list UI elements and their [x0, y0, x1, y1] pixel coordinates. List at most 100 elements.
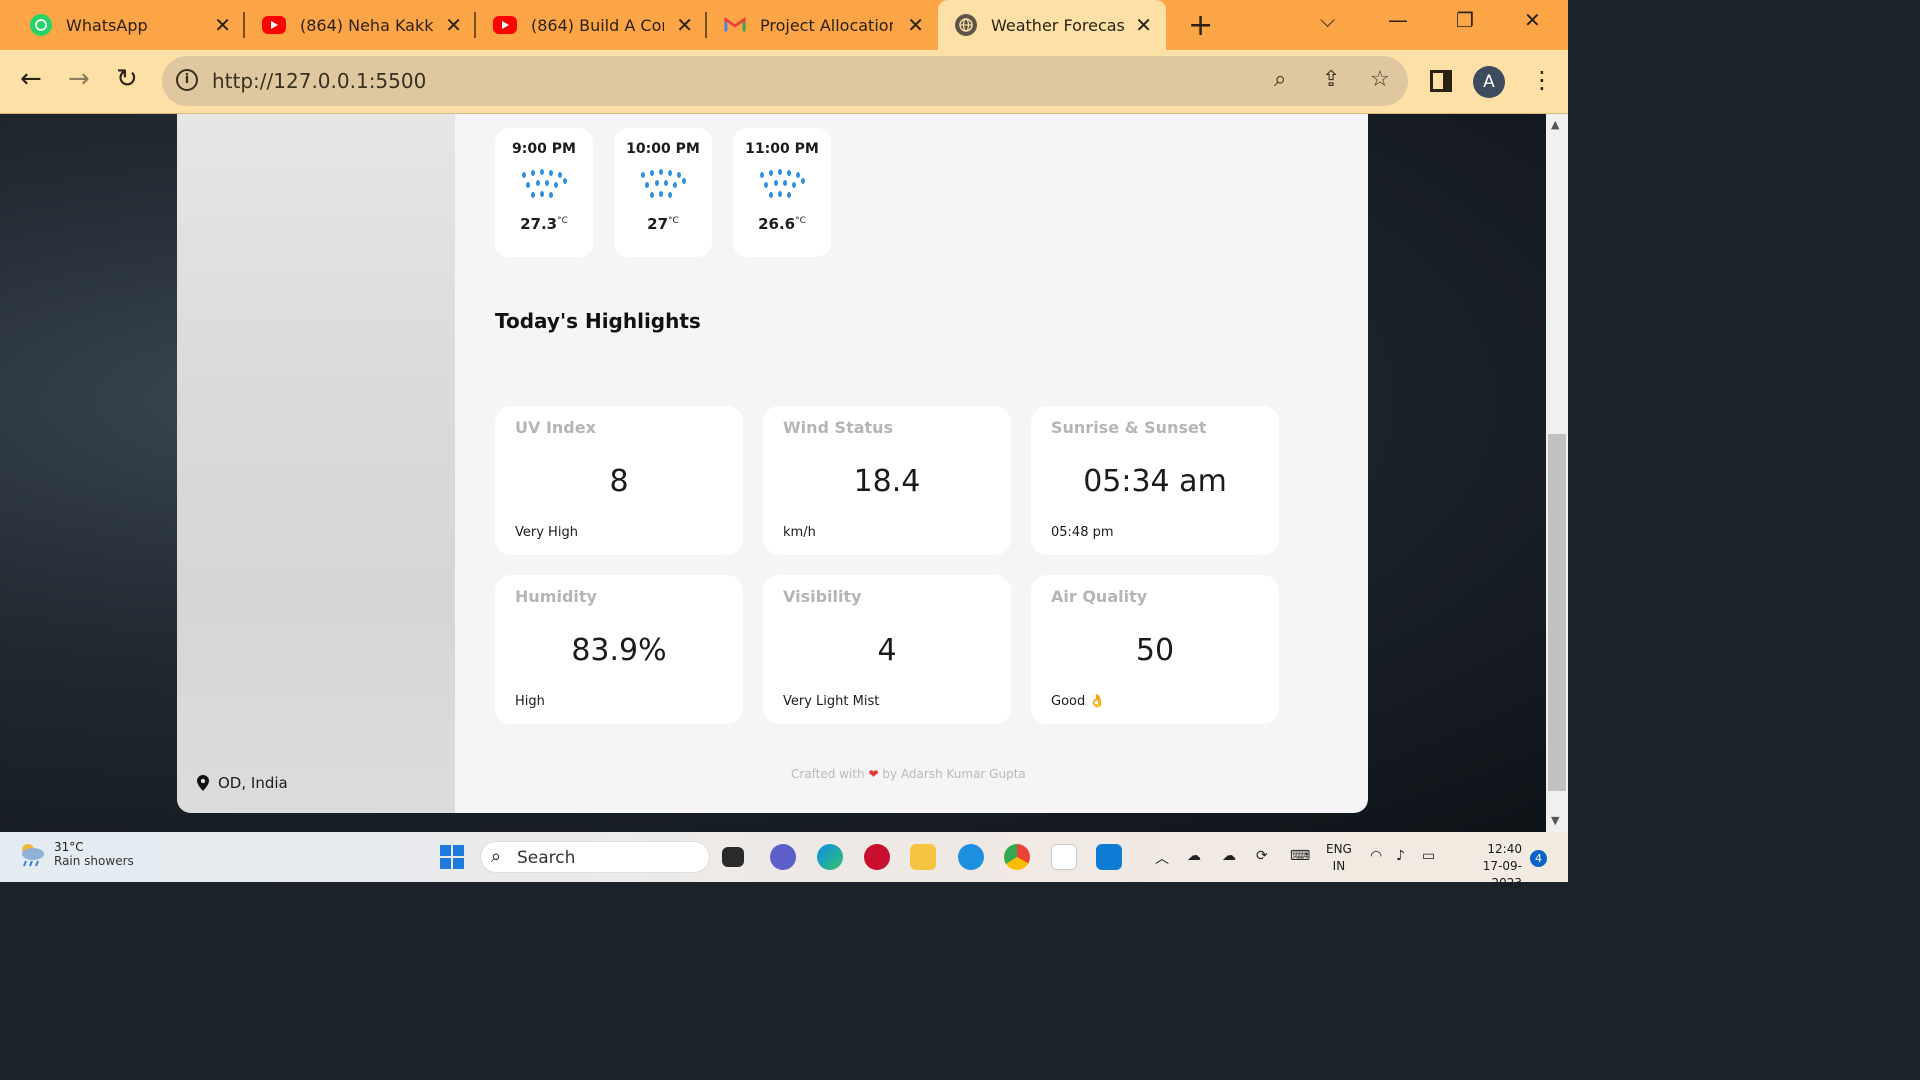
- sunrise-sunset-card: Sunrise & Sunset 05:34 am 05:48 pm: [1031, 406, 1279, 555]
- tab-title: Project Allocation: [760, 15, 893, 35]
- rain-icon: [641, 169, 686, 198]
- card-value: 4: [877, 633, 897, 668]
- tab-title: WhatsApp: [66, 15, 148, 35]
- volume-icon[interactable]: ♪: [1396, 848, 1405, 864]
- taskbar-weather-widget[interactable]: 31°C Rain showers: [18, 840, 134, 868]
- word-icon[interactable]: [1051, 844, 1077, 870]
- page-scrollbar[interactable]: ▲ ▼: [1546, 114, 1568, 832]
- hourly-time: 9:00 PM: [512, 141, 576, 157]
- globe-icon: [955, 14, 977, 36]
- youtube-icon: [262, 16, 286, 34]
- visibility-card: Visibility 4 Very Light Mist: [763, 575, 1011, 724]
- card-status: High: [515, 694, 545, 709]
- hourly-card[interactable]: 11:00 PM 26.6°C: [733, 128, 831, 257]
- weather-card: OD, India 9:00 PM 27.3°C 10:00 PM 27°C 1…: [177, 114, 1368, 813]
- close-tab-icon[interactable]: ✕: [214, 13, 231, 37]
- notification-badge[interactable]: 4: [1530, 850, 1547, 867]
- hourly-temp: 26.6°C: [758, 215, 806, 233]
- close-tab-icon[interactable]: ✕: [445, 13, 462, 37]
- tab-youtube-neha[interactable]: (864) Neha Kakkar ✕: [245, 0, 476, 50]
- menu-kebab-icon[interactable]: ⋮: [1530, 66, 1554, 94]
- back-arrow-icon[interactable]: ←: [20, 64, 42, 94]
- card-value: 18.4: [853, 464, 921, 499]
- keyboard-icon[interactable]: ⌨: [1290, 848, 1310, 864]
- card-status: Good 👌: [1051, 694, 1106, 709]
- search-icon: ⌕: [491, 846, 502, 867]
- language-indicator[interactable]: ENG IN: [1326, 841, 1352, 875]
- taskbar: 31°C Rain showers ⌕ Search ︿ ☁ ☁ ⟳ ⌨ ENG…: [0, 832, 1568, 890]
- battery-icon[interactable]: ▭: [1422, 848, 1435, 864]
- tab-weather-forecast[interactable]: Weather Forecast / ✕: [938, 0, 1166, 50]
- app-icon[interactable]: [864, 844, 890, 870]
- close-tab-icon[interactable]: ✕: [1135, 13, 1152, 37]
- cloud-sync-icon[interactable]: ☁: [1222, 848, 1236, 864]
- hourly-time: 11:00 PM: [745, 141, 819, 157]
- sync-icon[interactable]: ⟳: [1256, 848, 1268, 864]
- system-clock[interactable]: 12:40 17-09-2023: [1456, 841, 1522, 892]
- card-value: 83.9%: [571, 633, 667, 668]
- highlights-title: Today's Highlights: [495, 309, 701, 333]
- card-label: UV Index: [515, 418, 596, 437]
- profile-avatar[interactable]: A: [1473, 66, 1505, 98]
- youtube-icon: [493, 16, 517, 34]
- hourly-time: 10:00 PM: [626, 141, 700, 157]
- share-icon[interactable]: ⇪: [1322, 67, 1340, 92]
- weather-temp: 31°C: [54, 840, 84, 854]
- card-status: Very Light Mist: [783, 694, 880, 709]
- rain-icon: [522, 169, 567, 198]
- windows-start-icon[interactable]: [439, 844, 465, 870]
- card-status: Very High: [515, 525, 578, 540]
- close-window-button[interactable]: ✕: [1524, 8, 1541, 32]
- site-info-icon[interactable]: i: [176, 69, 198, 91]
- card-label: Humidity: [515, 587, 597, 606]
- uv-index-card: UV Index 8 Very High: [495, 406, 743, 555]
- onedrive-icon[interactable]: ☁: [1187, 848, 1201, 864]
- card-value: 05:34 am: [1083, 464, 1227, 499]
- heart-icon: ❤: [868, 767, 879, 781]
- new-tab-button[interactable]: +: [1188, 8, 1213, 43]
- wifi-icon[interactable]: ◠: [1370, 848, 1382, 864]
- side-panel-icon[interactable]: [1430, 70, 1452, 92]
- task-view-icon[interactable]: [722, 847, 744, 867]
- air-quality-card: Air Quality 50 Good 👌: [1031, 575, 1279, 724]
- reload-icon[interactable]: ↻: [116, 64, 138, 94]
- tab-search-chevron-icon[interactable]: ⌵: [1320, 8, 1335, 32]
- taskbar-search[interactable]: ⌕ Search: [480, 841, 710, 873]
- scroll-up-icon[interactable]: ▲: [1551, 118, 1559, 131]
- gmail-icon: [724, 14, 746, 36]
- left-pane: OD, India: [177, 114, 455, 813]
- app-icon[interactable]: [958, 844, 984, 870]
- close-tab-icon[interactable]: ✕: [907, 13, 924, 37]
- hourly-card[interactable]: 9:00 PM 27.3°C: [495, 128, 593, 257]
- tray-chevron-icon[interactable]: ︿: [1155, 848, 1169, 868]
- vscode-icon[interactable]: [1096, 844, 1122, 870]
- tab-youtube-build[interactable]: (864) Build A Comp ✕: [476, 0, 707, 50]
- location-pin-icon: [197, 775, 209, 791]
- tab-title: (864) Build A Comp: [531, 15, 664, 35]
- card-status: 05:48 pm: [1051, 525, 1114, 540]
- chrome-icon[interactable]: [1004, 844, 1030, 870]
- minimize-button[interactable]: —: [1388, 8, 1408, 32]
- edge-icon[interactable]: [817, 844, 843, 870]
- url-text[interactable]: http://127.0.0.1:5500: [212, 69, 426, 93]
- address-bar[interactable]: i http://127.0.0.1:5500 ⌕ ⇪ ☆: [162, 56, 1408, 106]
- card-label: Sunrise & Sunset: [1051, 418, 1207, 437]
- scroll-down-icon[interactable]: ▼: [1551, 814, 1559, 827]
- file-explorer-icon[interactable]: [910, 844, 936, 870]
- whatsapp-icon: [30, 14, 52, 36]
- forward-arrow-icon[interactable]: →: [68, 64, 90, 94]
- restore-button[interactable]: ❐: [1456, 8, 1474, 32]
- card-value: 50: [1135, 633, 1175, 668]
- hourly-card[interactable]: 10:00 PM 27°C: [614, 128, 712, 257]
- card-label: Wind Status: [783, 418, 894, 437]
- tab-gmail[interactable]: Project Allocation ✕: [707, 0, 938, 50]
- bookmark-star-icon[interactable]: ☆: [1370, 67, 1390, 92]
- scrollbar-thumb[interactable]: [1548, 434, 1566, 791]
- hourly-temp: 27.3°C: [520, 215, 568, 233]
- teams-chat-icon[interactable]: [770, 844, 796, 870]
- close-tab-icon[interactable]: ✕: [676, 13, 693, 37]
- tab-title: (864) Neha Kakkar: [300, 15, 433, 35]
- zoom-icon[interactable]: ⌕: [1274, 67, 1286, 92]
- card-status: km/h: [783, 525, 816, 540]
- tab-whatsapp[interactable]: WhatsApp ✕: [0, 0, 245, 50]
